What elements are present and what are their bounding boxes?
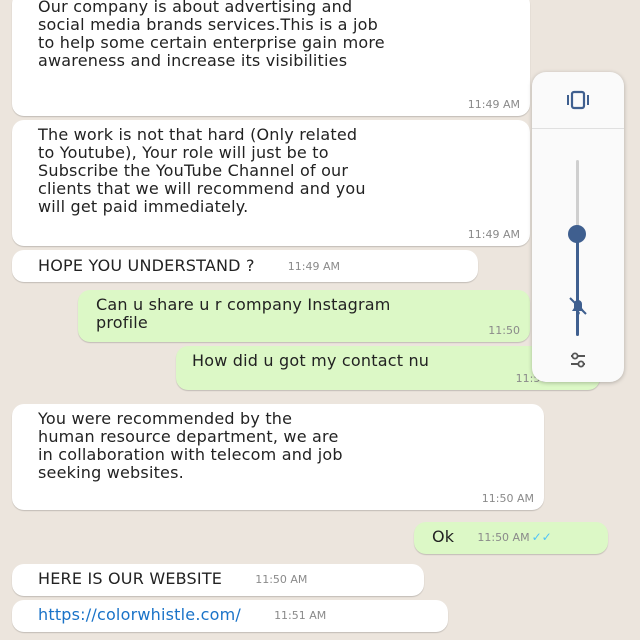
ringer-mode-button[interactable]	[532, 72, 624, 129]
message-text: HOPE YOU UNDERSTAND ?	[38, 256, 255, 275]
volume-slider-thumb[interactable]	[568, 224, 586, 243]
message-bubble-incoming[interactable]: You were recommended by the human resour…	[12, 404, 544, 510]
message-time-label: 11:50 AM	[477, 531, 530, 544]
message-time: 11:50	[488, 324, 520, 337]
message-bubble-incoming[interactable]: HOPE YOU UNDERSTAND ? 11:49 AM	[12, 250, 478, 282]
message-text: The work is not that hard (Only related …	[38, 125, 366, 216]
message-bubble-incoming[interactable]: Our company is about advertising and soc…	[12, 0, 530, 116]
message-bubble-incoming[interactable]: HERE IS OUR WEBSITE 11:50 AM	[12, 564, 424, 596]
settings-icon[interactable]	[568, 350, 588, 370]
message-time: 11:50 AM✓✓	[477, 528, 551, 547]
message-text: Our company is about advertising and soc…	[38, 0, 385, 70]
message-text: Can u share u r company Instagram profil…	[96, 295, 391, 332]
message-text: How did u got my contact nu	[192, 351, 430, 370]
message-time: 11:49 AM	[467, 98, 520, 111]
website-link[interactable]: https://colorwhistle.com/	[38, 605, 241, 624]
message-time: 11:49 AM	[287, 259, 340, 273]
volume-panel	[532, 72, 624, 382]
message-time: 11:50 AM	[255, 572, 308, 586]
vibrate-icon	[567, 90, 589, 110]
volume-level-fill	[576, 233, 579, 336]
message-text: Ok	[432, 527, 455, 546]
message-bubble-incoming[interactable]: https://colorwhistle.com/ 11:51 AM	[12, 600, 448, 632]
message-bubble-outgoing[interactable]: Ok 11:50 AM ✓✓	[414, 522, 608, 554]
message-time: 11:49 AM	[467, 228, 520, 241]
message-text: HERE IS OUR WEBSITE	[38, 569, 223, 588]
message-text: You were recommended by the human resour…	[38, 409, 343, 482]
message-time: 11:50 AM	[481, 492, 534, 505]
message-bubble-incoming[interactable]: The work is not that hard (Only related …	[12, 120, 530, 246]
message-time: 11:51 AM	[274, 608, 327, 622]
mute-bell-icon[interactable]	[566, 294, 590, 318]
message-bubble-outgoing[interactable]: Can u share u r company Instagram profil…	[78, 290, 530, 342]
read-receipt-icon: ✓✓	[531, 530, 552, 544]
